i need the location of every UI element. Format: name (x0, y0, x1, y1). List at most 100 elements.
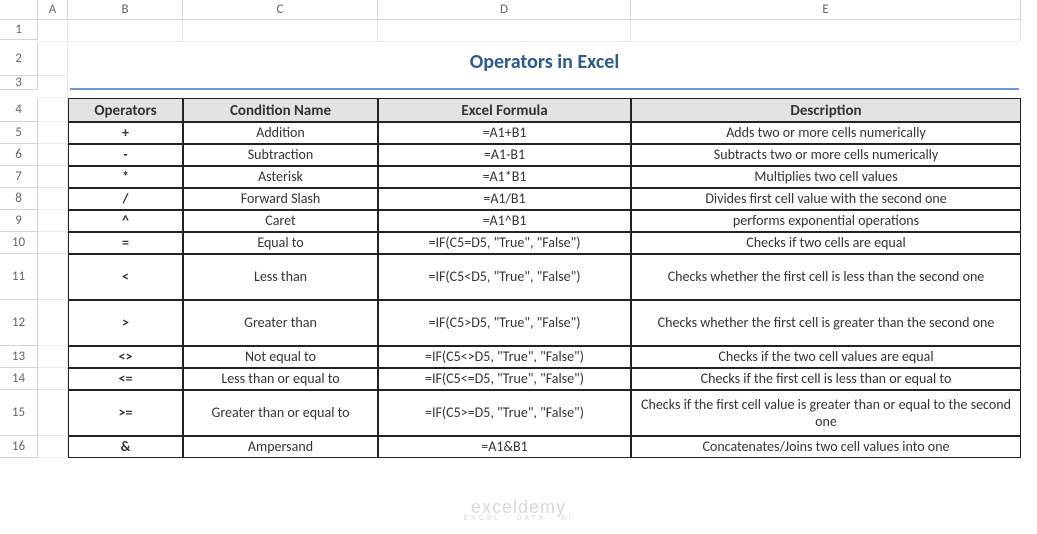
formula-cell[interactable]: =IF(C5<D5, "True", "False") (378, 254, 631, 300)
description-cell[interactable]: Subtracts two or more cells numerically (631, 144, 1021, 166)
formula-cell[interactable]: =A1^B1 (378, 210, 631, 232)
condition-name-cell[interactable]: Caret (183, 210, 378, 232)
condition-name-cell[interactable]: Less than or equal to (183, 368, 378, 390)
cell-empty[interactable] (183, 20, 378, 42)
operator-cell[interactable]: / (68, 188, 183, 210)
condition-name-cell[interactable]: Asterisk (183, 166, 378, 188)
table-header-c[interactable]: Condition Name (183, 98, 378, 122)
condition-name-cell[interactable]: Ampersand (183, 436, 378, 458)
table-header-e[interactable]: Description (631, 98, 1021, 122)
formula-cell[interactable]: =A1+B1 (378, 122, 631, 144)
description-cell[interactable]: performs exponential operations (631, 210, 1021, 232)
column-header-a[interactable]: A (38, 0, 68, 20)
row-header-14[interactable]: 14 (0, 368, 38, 390)
row-header-2[interactable]: 2 (0, 42, 38, 76)
formula-cell[interactable]: =A1-B1 (378, 144, 631, 166)
cell-empty[interactable] (38, 144, 68, 166)
description-cell[interactable]: Multiplies two cell values (631, 166, 1021, 188)
cell-empty[interactable] (38, 346, 68, 368)
condition-name-cell[interactable]: Subtraction (183, 144, 378, 166)
formula-cell[interactable]: =IF(C5>=D5, "True", "False") (378, 390, 631, 436)
watermark: exceldemy EXCEL · DATA · BI (464, 497, 574, 522)
row-header-12[interactable]: 12 (0, 300, 38, 346)
operator-cell[interactable]: & (68, 436, 183, 458)
condition-name-cell[interactable]: Less than (183, 254, 378, 300)
operator-cell[interactable]: * (68, 166, 183, 188)
condition-name-cell[interactable]: Not equal to (183, 346, 378, 368)
row-header-9[interactable]: 9 (0, 210, 38, 232)
operator-cell[interactable]: = (68, 232, 183, 254)
formula-cell[interactable]: =A1/B1 (378, 188, 631, 210)
column-header-e[interactable]: E (631, 0, 1021, 20)
formula-cell[interactable]: =IF(C5=D5, "True", "False") (378, 232, 631, 254)
formula-cell[interactable]: =IF(C5<>D5, "True", "False") (378, 346, 631, 368)
operator-cell[interactable]: <= (68, 368, 183, 390)
row-header-3[interactable]: 3 (0, 76, 38, 90)
cell-empty[interactable] (38, 390, 68, 436)
row-header-16[interactable]: 16 (0, 436, 38, 458)
cell-empty[interactable] (38, 166, 68, 188)
operator-cell[interactable]: - (68, 144, 183, 166)
operator-cell[interactable]: > (68, 300, 183, 346)
cell-empty[interactable] (38, 210, 68, 232)
table-header-b[interactable]: Operators (68, 98, 183, 122)
watermark-sub: EXCEL · DATA · BI (464, 515, 574, 522)
operator-cell[interactable]: <> (68, 346, 183, 368)
row-header-4[interactable]: 4 (0, 98, 38, 122)
column-header-c[interactable]: C (183, 0, 378, 20)
formula-cell[interactable]: =IF(C5>D5, "True", "False") (378, 300, 631, 346)
cell-empty[interactable] (38, 20, 68, 42)
row-header-5[interactable]: 5 (0, 122, 38, 144)
operator-cell[interactable]: + (68, 122, 183, 144)
cell-empty[interactable] (38, 188, 68, 210)
table-header-d[interactable]: Excel Formula (378, 98, 631, 122)
cell-empty[interactable] (68, 20, 183, 42)
row-header-6[interactable]: 6 (0, 144, 38, 166)
formula-cell[interactable]: =A1*B1 (378, 166, 631, 188)
title-underline (70, 76, 1019, 90)
row-header-7[interactable]: 7 (0, 166, 38, 188)
spreadsheet-grid: ABCDE 12 Operators in Excel 3 4 OperatorsCond… (0, 0, 1037, 458)
description-cell[interactable]: Concatenates/Joins two cell values into … (631, 436, 1021, 458)
row-header-8[interactable]: 8 (0, 188, 38, 210)
cell-empty[interactable] (38, 122, 68, 144)
condition-name-cell[interactable]: Forward Slash (183, 188, 378, 210)
condition-name-cell[interactable]: Addition (183, 122, 378, 144)
watermark-title: exceldemy (464, 497, 574, 518)
column-header-d[interactable]: D (378, 0, 631, 20)
operator-cell[interactable]: < (68, 254, 183, 300)
cell-empty[interactable] (38, 42, 68, 76)
page-title: Operators in Excel (68, 42, 1021, 76)
cell-empty[interactable] (38, 300, 68, 346)
condition-name-cell[interactable]: Greater than (183, 300, 378, 346)
row-header-15[interactable]: 15 (0, 390, 38, 436)
condition-name-cell[interactable]: Equal to (183, 232, 378, 254)
formula-cell[interactable]: =IF(C5<=D5, "True", "False") (378, 368, 631, 390)
formula-cell[interactable]: =A1&B1 (378, 436, 631, 458)
cell-empty[interactable] (38, 436, 68, 458)
row-header-13[interactable]: 13 (0, 346, 38, 368)
cell-empty[interactable] (38, 254, 68, 300)
description-cell[interactable]: Checks if two cells are equal (631, 232, 1021, 254)
description-cell[interactable]: Adds two or more cells numerically (631, 122, 1021, 144)
cell-empty[interactable] (38, 368, 68, 390)
description-cell[interactable]: Checks if the first cell is less than or… (631, 368, 1021, 390)
row-header-11[interactable]: 11 (0, 254, 38, 300)
corner-cell (0, 0, 38, 20)
cell-empty[interactable] (378, 20, 631, 42)
column-header-b[interactable]: B (68, 0, 183, 20)
description-cell[interactable]: Checks if the first cell value is greate… (631, 390, 1021, 436)
operator-cell[interactable]: >= (68, 390, 183, 436)
description-cell[interactable]: Divides first cell value with the second… (631, 188, 1021, 210)
operator-cell[interactable]: ^ (68, 210, 183, 232)
cell-empty[interactable] (38, 76, 68, 98)
row-header-1[interactable]: 1 (0, 20, 38, 40)
cell-empty[interactable] (631, 20, 1021, 42)
cell-empty[interactable] (38, 232, 68, 254)
description-cell[interactable]: Checks whether the first cell is less th… (631, 254, 1021, 300)
cell-empty[interactable] (38, 98, 68, 122)
description-cell[interactable]: Checks whether the first cell is greater… (631, 300, 1021, 346)
row-header-10[interactable]: 10 (0, 232, 38, 254)
condition-name-cell[interactable]: Greater than or equal to (183, 390, 378, 436)
description-cell[interactable]: Checks if the two cell values are equal (631, 346, 1021, 368)
